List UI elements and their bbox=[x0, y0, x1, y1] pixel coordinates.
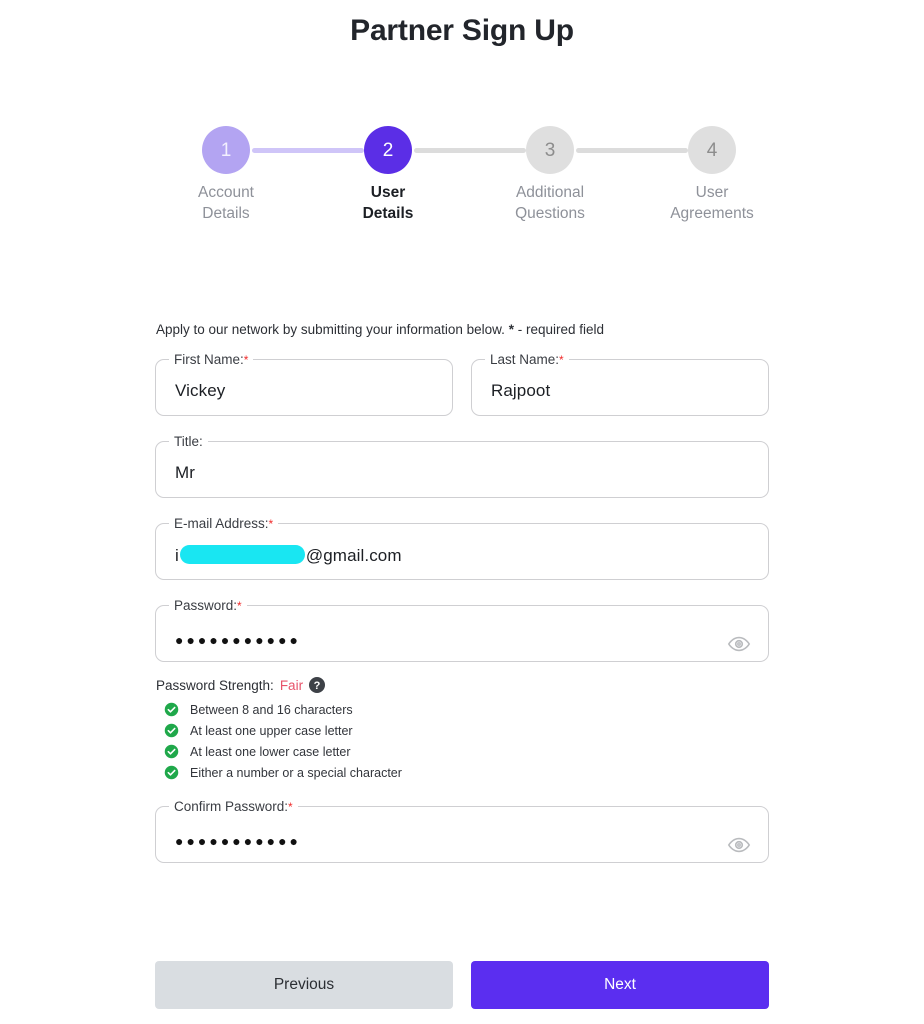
email-required-star: * bbox=[268, 517, 274, 531]
email-label-text: E-mail Address: bbox=[174, 516, 269, 531]
step-2-label-line2: Details bbox=[362, 205, 414, 222]
step-3-label-line1: Additional bbox=[515, 184, 585, 201]
stepper-track: 1 2 3 4 Account Details User Details Add… bbox=[198, 126, 754, 222]
first-name-input[interactable]: Vickey bbox=[175, 381, 225, 401]
check-circle-icon bbox=[164, 744, 179, 759]
email-label: E-mail Address:* bbox=[169, 517, 278, 531]
confirm-password-required-star: * bbox=[288, 800, 293, 814]
step-1-label-line1: Account bbox=[197, 184, 254, 201]
list-item: At least one lower case letter bbox=[164, 744, 769, 759]
confirm-password-label-text: Confirm Password: bbox=[174, 799, 289, 814]
password-strength-label: Password Strength: bbox=[156, 677, 274, 693]
title-field[interactable]: Title: Mr bbox=[155, 435, 769, 498]
signup-page: Partner Sign Up 1 2 3 4 Account Details … bbox=[0, 0, 924, 1024]
svg-text:?: ? bbox=[314, 680, 321, 692]
password-requirements-list: Between 8 and 16 characters At least one… bbox=[164, 702, 769, 780]
password-label-text: Password: bbox=[174, 598, 238, 613]
step-3-circle[interactable]: 3 bbox=[526, 126, 574, 174]
first-name-field[interactable]: First Name:* Vickey bbox=[155, 353, 453, 416]
last-name-label-text: Last Name: bbox=[490, 352, 560, 367]
step-2-label: User Details bbox=[318, 182, 458, 224]
requirement-text: At least one lower case letter bbox=[190, 744, 351, 759]
name-row: First Name:* Vickey Last Name:* Rajpoot bbox=[155, 353, 769, 435]
form-intro-text: Apply to our network by submitting your … bbox=[156, 322, 769, 337]
step-3-label-line2: Questions bbox=[515, 205, 585, 222]
last-name-field[interactable]: Last Name:* Rajpoot bbox=[471, 353, 769, 416]
first-name-label: First Name:* bbox=[169, 353, 253, 367]
signup-form: Apply to our network by submitting your … bbox=[155, 322, 769, 882]
password-label: Password:* bbox=[169, 599, 247, 613]
confirm-password-field[interactable]: Confirm Password:* ●●●●●●●●●●● bbox=[155, 800, 769, 863]
step-2-circle[interactable]: 2 bbox=[364, 126, 412, 174]
step-3-label: Additional Questions bbox=[480, 182, 620, 224]
title-label-text: Title: bbox=[174, 434, 203, 449]
toggle-password-visibility-eye-icon[interactable] bbox=[726, 631, 752, 657]
progress-stepper: 1 2 3 4 Account Details User Details Add… bbox=[198, 126, 754, 222]
requirement-text: Either a number or a special character bbox=[190, 765, 402, 780]
step-4-label-line2: Agreements bbox=[670, 205, 754, 222]
email-value-prefix: i bbox=[175, 545, 179, 565]
first-name-required-star: * bbox=[243, 353, 249, 367]
step-4-label-line1: User bbox=[695, 184, 729, 201]
check-circle-icon bbox=[164, 765, 179, 780]
list-item: Between 8 and 16 characters bbox=[164, 702, 769, 717]
step-1-label: Account Details bbox=[156, 182, 296, 224]
title-input[interactable]: Mr bbox=[175, 463, 195, 483]
password-input[interactable]: ●●●●●●●●●●● bbox=[175, 632, 301, 648]
step-1-circle[interactable]: 1 bbox=[202, 126, 250, 174]
password-strength-value: Fair bbox=[279, 677, 304, 693]
step-4-circle[interactable]: 4 bbox=[688, 126, 736, 174]
stepper-connector-2-3 bbox=[414, 148, 526, 153]
step-2-label-line1: User bbox=[370, 184, 406, 201]
next-button[interactable]: Next bbox=[471, 961, 769, 1009]
check-circle-icon bbox=[164, 723, 179, 738]
last-name-input[interactable]: Rajpoot bbox=[491, 381, 550, 401]
form-actions: Previous Next bbox=[155, 961, 769, 1009]
step-4-label: User Agreements bbox=[642, 182, 782, 224]
page-title: Partner Sign Up bbox=[350, 14, 574, 47]
toggle-confirm-password-visibility-eye-icon[interactable] bbox=[726, 832, 752, 858]
previous-button[interactable]: Previous bbox=[155, 961, 453, 1009]
stepper-connector-3-4 bbox=[576, 148, 688, 153]
step-4-number: 4 bbox=[706, 139, 718, 161]
email-field[interactable]: E-mail Address:* i @gmail.com bbox=[155, 517, 769, 580]
step-1-label-line2: Details bbox=[202, 205, 250, 222]
requirement-text: Between 8 and 16 characters bbox=[190, 702, 353, 717]
confirm-password-label: Confirm Password:* bbox=[169, 800, 298, 814]
last-name-label: Last Name:* bbox=[485, 353, 569, 367]
confirm-password-input[interactable]: ●●●●●●●●●●● bbox=[175, 833, 301, 849]
email-input[interactable]: i @gmail.com bbox=[175, 544, 402, 566]
title-label: Title: bbox=[169, 435, 208, 449]
password-strength-row: Password Strength: Fair ? bbox=[156, 677, 769, 693]
password-field[interactable]: Password:* ●●●●●●●●●●● bbox=[155, 599, 769, 662]
password-strength-help-icon[interactable]: ? bbox=[309, 677, 326, 693]
password-required-star: * bbox=[237, 599, 242, 613]
last-name-required-star: * bbox=[559, 353, 564, 367]
stepper-connector-1-2 bbox=[252, 148, 364, 153]
email-value-suffix: @gmail.com bbox=[305, 545, 402, 565]
check-circle-icon bbox=[164, 702, 179, 717]
form-intro-sentence: Apply to our network by submitting your … bbox=[156, 322, 509, 337]
email-redaction-highlight bbox=[179, 544, 305, 564]
step-3-number: 3 bbox=[544, 139, 556, 161]
requirement-text: At least one upper case letter bbox=[190, 723, 353, 738]
list-item: Either a number or a special character bbox=[164, 765, 769, 780]
step-1-number: 1 bbox=[220, 139, 232, 161]
first-name-label-text: First Name: bbox=[174, 352, 244, 367]
step-2-number: 2 bbox=[382, 139, 394, 161]
list-item: At least one upper case letter bbox=[164, 723, 769, 738]
form-intro-suffix: - required field bbox=[513, 322, 604, 337]
